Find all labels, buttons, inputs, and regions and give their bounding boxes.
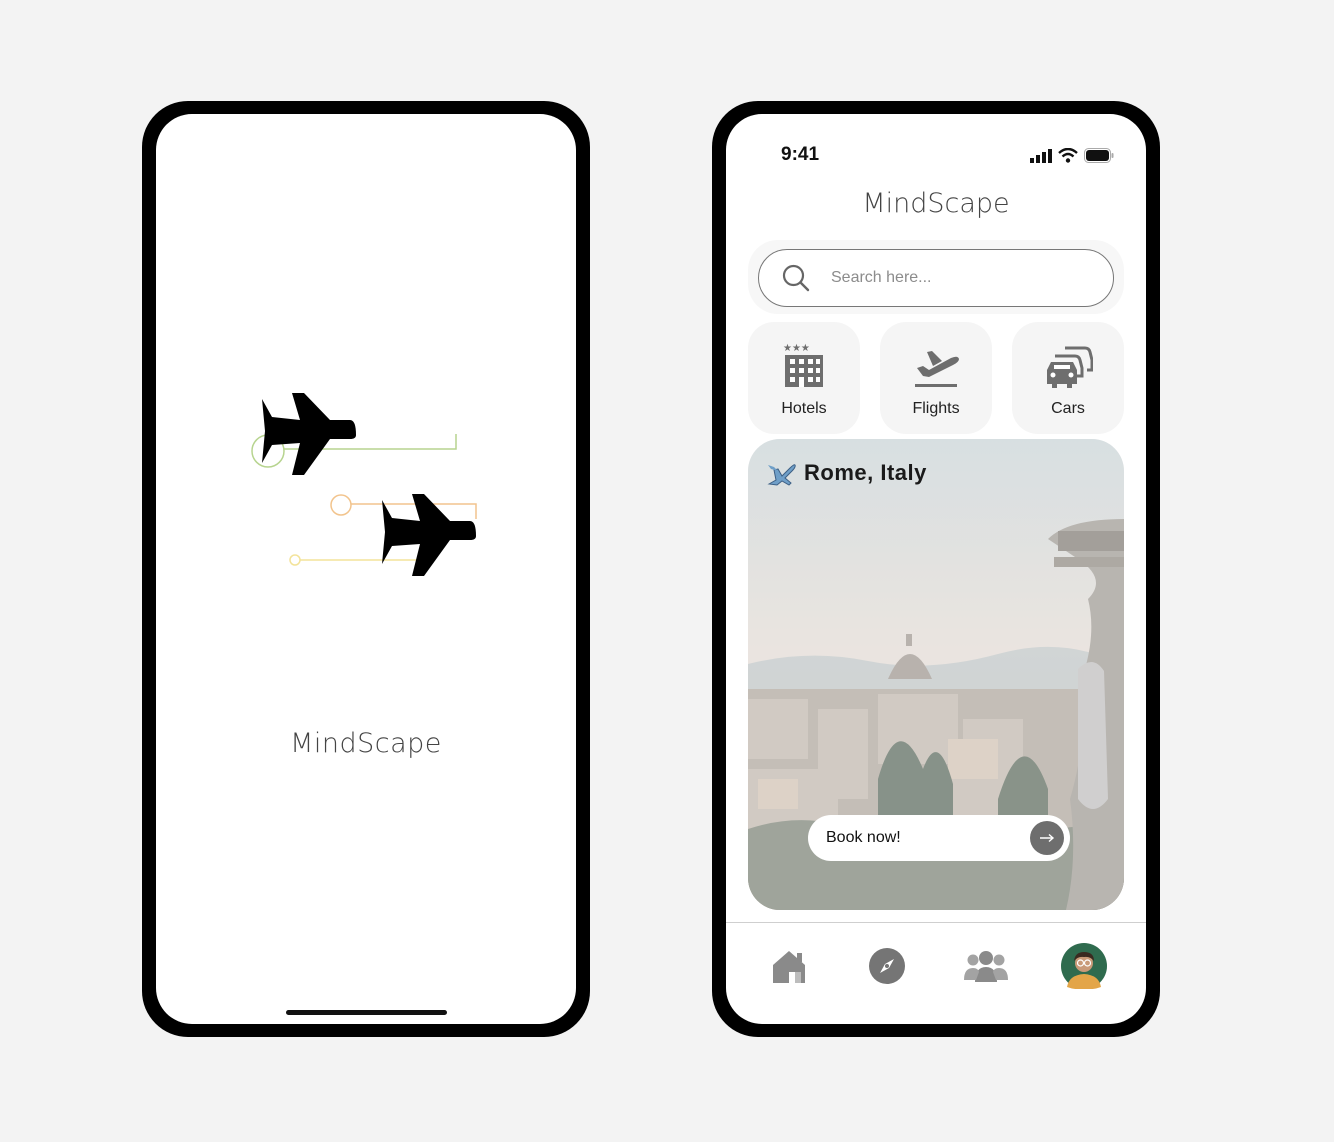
tab-community[interactable] — [962, 942, 1010, 990]
tab-home[interactable] — [765, 942, 813, 990]
svg-text:★★★: ★★★ — [783, 343, 810, 354]
category-row: ★★★ Hotels Flights Cars — [748, 322, 1124, 434]
featured-destination-card[interactable]: Rome, Italy Book now! — [748, 439, 1124, 910]
search-icon — [782, 264, 810, 292]
tab-profile[interactable] — [1060, 942, 1108, 990]
category-hotels[interactable]: ★★★ Hotels — [748, 322, 860, 434]
book-now-label: Book now! — [826, 829, 901, 846]
flight-takeoff-icon — [915, 351, 959, 387]
bottom-tab-bar — [726, 942, 1146, 990]
destination-title: Rome, Italy — [804, 460, 927, 485]
tab-explore[interactable] — [863, 942, 911, 990]
avatar — [1061, 943, 1107, 989]
category-label: Hotels — [781, 400, 827, 417]
group-icon — [964, 951, 1008, 982]
home-phone-frame: 9:41 MindScape Search here... ★★★ Hotels… — [712, 101, 1160, 1037]
tabbar-divider — [726, 922, 1146, 923]
search-container: Search here... — [748, 240, 1124, 314]
category-label: Flights — [912, 400, 960, 417]
cars-icon — [1047, 346, 1093, 388]
splash-brand-title: MindScape — [290, 728, 442, 759]
home-icon — [773, 951, 805, 983]
trail-line-orange — [351, 503, 477, 519]
compass-icon — [869, 948, 905, 984]
splash-screen: MindScape — [156, 114, 576, 1024]
splash-animation — [251, 393, 477, 576]
status-time: 9:41 — [781, 144, 820, 165]
hotel-icon: ★★★ — [783, 343, 823, 387]
airplane-icon — [262, 393, 356, 475]
search-placeholder: Search here... — [831, 269, 932, 286]
book-now-button[interactable]: Book now! — [808, 815, 1070, 861]
airplane-emoji-icon — [767, 464, 796, 486]
category-flights[interactable]: Flights — [880, 322, 992, 434]
status-icons — [1030, 148, 1114, 163]
home-screen: 9:41 MindScape Search here... ★★★ Hotels… — [726, 114, 1146, 1024]
splash-phone-frame: MindScape — [142, 101, 590, 1037]
card-title: Rome, Italy — [766, 459, 927, 487]
app-brand-title: MindScape — [862, 188, 1010, 219]
category-label: Cars — [1051, 400, 1085, 417]
home-indicator[interactable] — [286, 1010, 447, 1015]
search-input[interactable]: Search here... — [758, 249, 1114, 307]
trail-circle-orange — [330, 494, 352, 516]
signal-icon — [1030, 149, 1052, 163]
category-cars[interactable]: Cars — [1012, 322, 1124, 434]
arrow-right-icon[interactable] — [1030, 821, 1064, 855]
airplane-icon — [382, 494, 476, 576]
battery-icon — [1084, 148, 1114, 163]
trail-circle-yellow — [289, 554, 301, 566]
wifi-icon — [1058, 148, 1078, 163]
